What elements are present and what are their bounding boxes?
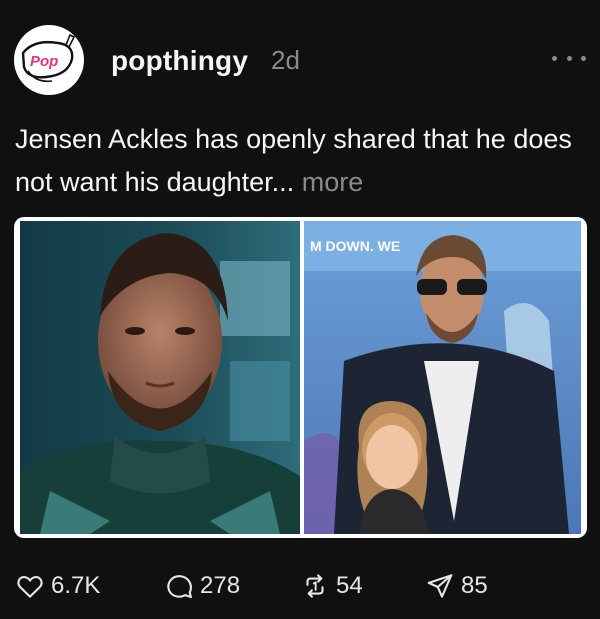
post-media[interactable]: M DOWN. WE <box>14 217 587 538</box>
like-button[interactable]: 6.7K <box>15 564 100 608</box>
logo-text: Pop <box>30 53 58 70</box>
comment-count: 278 <box>200 572 241 599</box>
heart-icon <box>17 576 43 598</box>
dot <box>552 55 557 61</box>
post-header: Pop popthingy 2d <box>14 25 586 97</box>
dot <box>566 55 572 61</box>
portrait-photo-icon <box>20 221 300 534</box>
action-bar: 6.7K 278 54 85 <box>15 564 535 608</box>
comment-button[interactable]: 278 <box>164 564 240 608</box>
avatar[interactable]: Pop <box>14 25 84 95</box>
repost-button[interactable]: 54 <box>300 564 363 608</box>
comment-icon <box>167 575 192 599</box>
more-options-icon[interactable] <box>552 51 586 65</box>
dot <box>581 55 586 61</box>
post-timestamp: 2d <box>271 45 300 75</box>
backdrop-text: M DOWN. WE <box>310 238 400 254</box>
pop-logo-icon: Pop <box>15 26 83 94</box>
send-icon <box>427 574 453 598</box>
share-count: 85 <box>461 572 488 599</box>
repost-count: 54 <box>336 572 363 599</box>
repost-icon <box>306 574 324 598</box>
more-link[interactable]: more <box>302 167 364 197</box>
caption-text: Jensen Ackles has openly shared that he … <box>15 124 572 197</box>
share-button[interactable]: 85 <box>425 564 488 608</box>
post-image-1[interactable] <box>20 221 300 534</box>
post-caption: Jensen Ackles has openly shared that he … <box>15 118 585 204</box>
like-count: 6.7K <box>51 572 101 599</box>
red-carpet-photo-icon: M DOWN. WE <box>304 221 581 534</box>
username[interactable]: popthingy <box>111 45 248 77</box>
post-image-2[interactable]: M DOWN. WE <box>304 221 581 534</box>
